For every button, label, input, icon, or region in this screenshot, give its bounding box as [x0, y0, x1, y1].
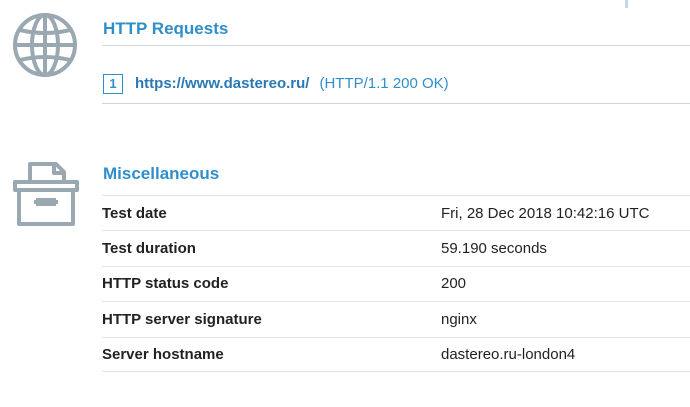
row-label-http-status-code: HTTP status code [102, 275, 229, 293]
row-label-test-duration: Test duration [102, 240, 196, 258]
row-label-test-date: Test date [102, 204, 167, 222]
table-row: HTTP server signature nginx [102, 301, 690, 336]
miscellaneous-table: Test date Fri, 28 Dec 2018 10:42:16 UTC … [102, 195, 690, 372]
row-value-test-date: Fri, 28 Dec 2018 10:42:16 UTC [441, 204, 650, 222]
page: HTTP Requests 1 https://www.dastereo.ru/… [0, 0, 690, 407]
table-row: Server hostname dastereo.ru-london4 [102, 336, 690, 372]
request-index-badge: 1 [103, 73, 123, 94]
table-row: Test date Fri, 28 Dec 2018 10:42:16 UTC [102, 195, 690, 230]
row-value-test-duration: 59.190 seconds [441, 240, 547, 258]
scrollbar-thumb[interactable] [625, 0, 628, 8]
row-value-http-status-code: 200 [441, 275, 467, 293]
miscellaneous-title: Miscellaneous [103, 164, 220, 183]
row-value-server-hostname: dastereo.ru-london4 [441, 345, 576, 363]
table-row: HTTP status code 200 [102, 265, 690, 301]
request-divider [102, 103, 690, 104]
section-divider [102, 45, 690, 46]
table-row: Test duration 59.190 seconds [102, 230, 690, 265]
row-value-server-signature: nginx [441, 310, 477, 328]
request-url-link[interactable]: https://www.dastereo.ru/ [135, 75, 309, 92]
row-label-server-hostname: Server hostname [102, 345, 224, 363]
globe-icon [13, 13, 77, 77]
row-label-server-signature: HTTP server signature [102, 310, 262, 328]
request-row: 1 https://www.dastereo.ru/ (HTTP/1.1 200… [103, 73, 449, 94]
http-requests-title: HTTP Requests [103, 19, 229, 38]
archive-box-icon [13, 162, 79, 226]
request-status: (HTTP/1.1 200 OK) [319, 75, 449, 92]
